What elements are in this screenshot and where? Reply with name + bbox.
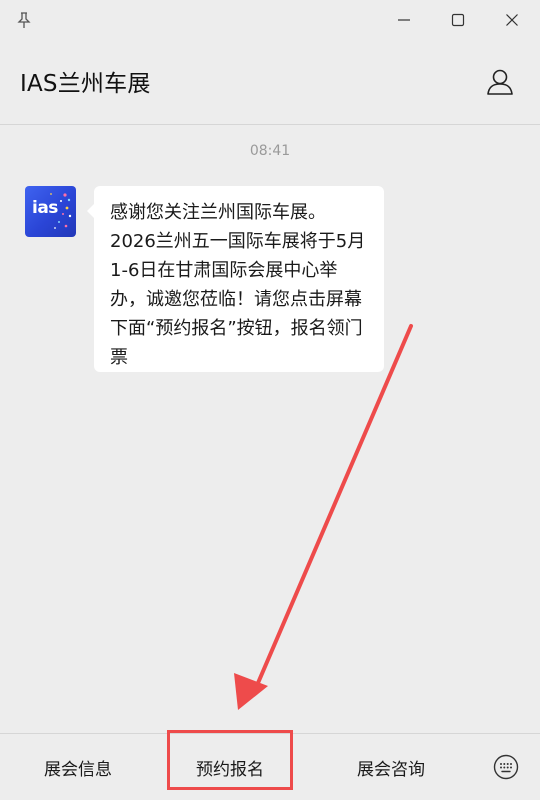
message-bubble[interactable]: 感谢您关注兰州国际车展。 2026兰州五一国际车展将于5月1-6日在甘肃国际会展… [87,186,384,372]
message-text: 感谢您关注兰州国际车展。 2026兰州五一国际车展将于5月1-6日在甘肃国际会展… [110,202,366,368]
highlight-box [167,730,293,790]
message-timestamp: 08:41 [249,143,291,159]
profile-icon[interactable] [484,66,516,98]
minimize-icon[interactable] [390,8,418,32]
maximize-icon[interactable] [444,8,472,32]
close-icon[interactable] [498,8,526,32]
menu-item-expo-info[interactable]: 展会信息 [0,734,156,800]
chat-title: IAS兰州车展 [20,71,151,97]
avatar-logo-text: ias [32,198,58,218]
pin-icon[interactable] [14,10,34,30]
menu-item-consult[interactable]: 展会咨询 [318,734,464,800]
chat-header: IAS兰州车展 [0,40,540,125]
avatar[interactable]: ias [25,186,76,237]
keyboard-icon[interactable] [492,753,520,781]
title-bar [0,0,540,40]
